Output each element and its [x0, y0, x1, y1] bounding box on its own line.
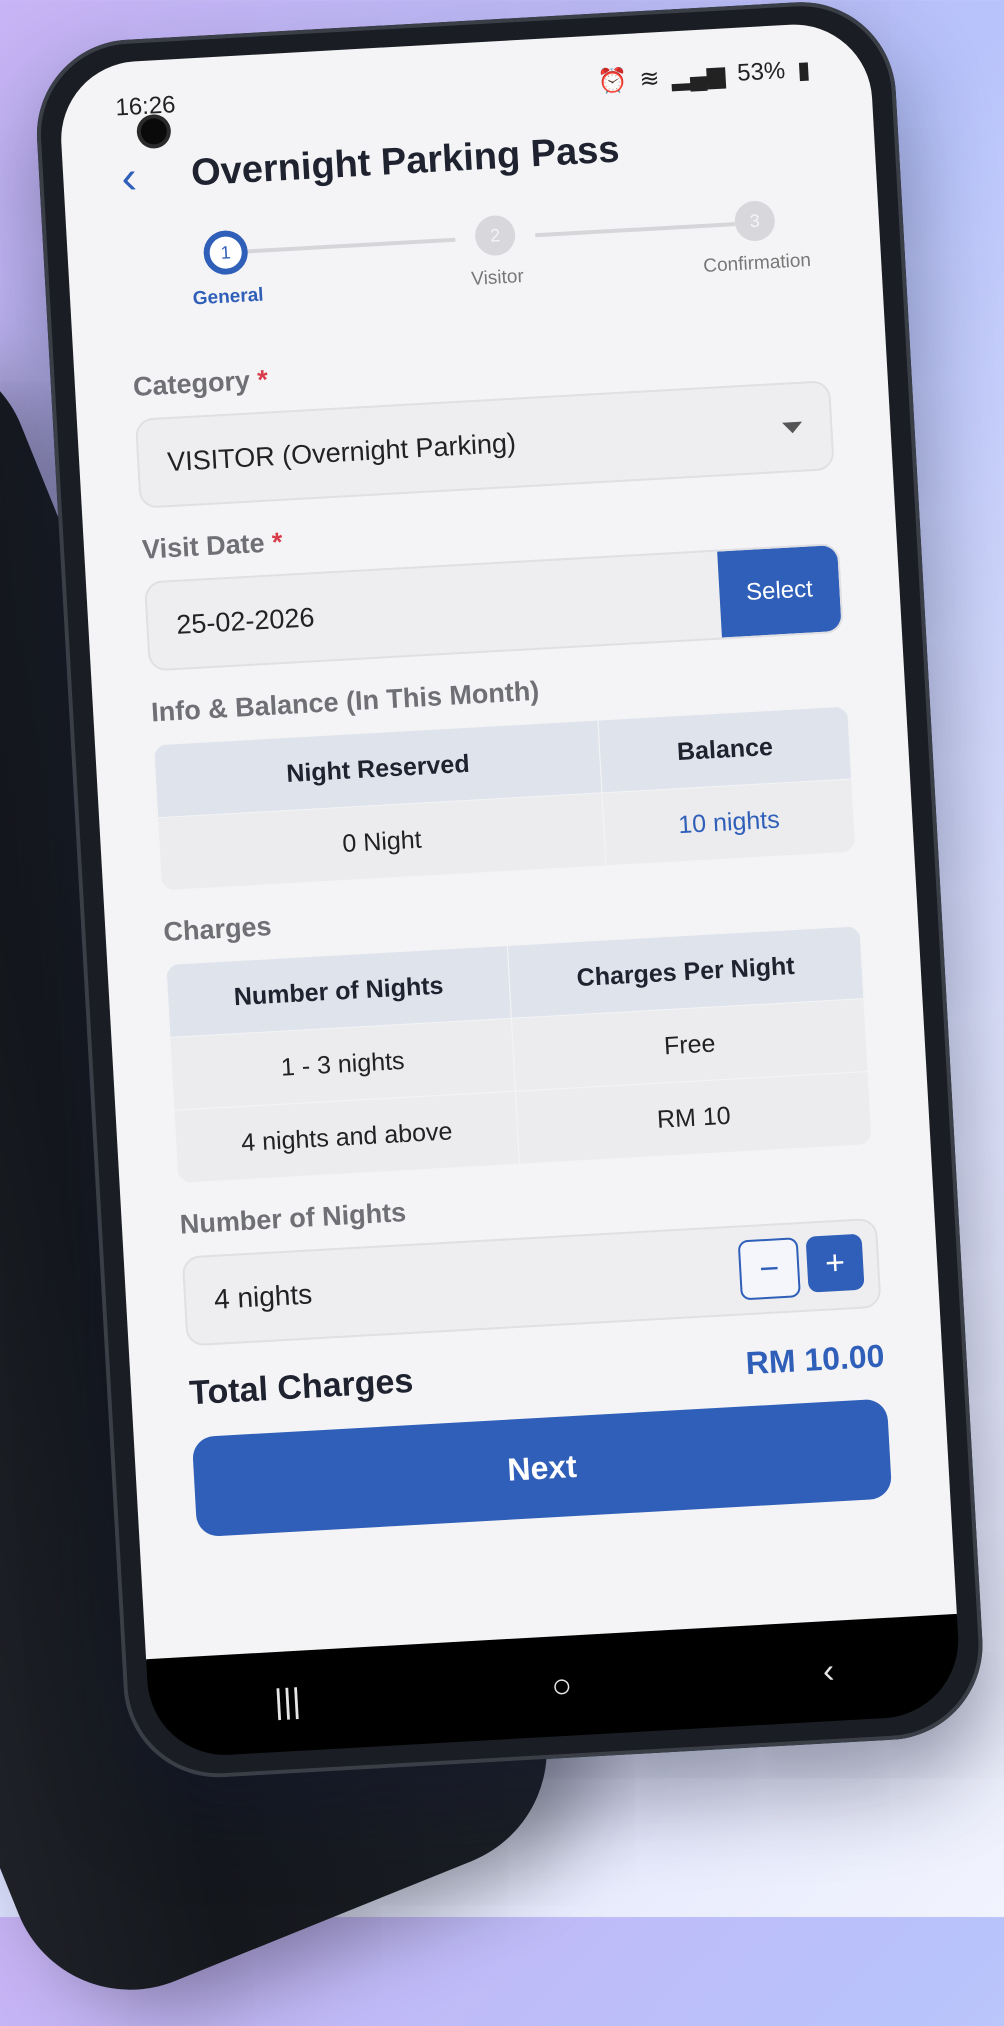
step-visitor: 2 Visitor	[414, 211, 578, 294]
info-balance-table: Night Reserved Balance 0 Night 10 nights	[153, 705, 857, 892]
step-label: General	[192, 284, 265, 310]
step-label: Confirmation	[702, 249, 812, 277]
back-icon[interactable]: ‹	[822, 1651, 835, 1691]
step-number: 3	[733, 199, 776, 243]
total-charges-label: Total Charges	[188, 1361, 415, 1413]
visit-date-label-text: Visit Date	[141, 527, 266, 565]
next-button[interactable]: Next	[191, 1398, 893, 1538]
category-value: VISITOR (Overnight Parking)	[166, 427, 517, 477]
home-icon[interactable]: ○	[550, 1666, 573, 1706]
required-marker: *	[256, 364, 269, 395]
decrement-button[interactable]: −	[737, 1237, 801, 1301]
step-number: 1	[202, 229, 249, 276]
nights-value: 4 nights	[213, 1278, 313, 1315]
step-confirmation: 3 Confirmation	[674, 197, 838, 280]
wifi-icon: ≋	[638, 64, 661, 93]
step-general: 1 General	[145, 226, 309, 313]
back-arrow-icon[interactable]: ‹	[120, 146, 193, 204]
phone-mockup: 16:26 ⏰ ≋ ▂▄▆ 53% ▮ ‹ Overnight Parking …	[0, 0, 1004, 1917]
nights-stepper: 4 nights − +	[181, 1217, 882, 1347]
increment-button[interactable]: +	[805, 1233, 865, 1293]
visit-date-field: 25-02-2026 Select	[143, 542, 844, 672]
battery-icon: ▮	[796, 56, 812, 84]
status-time: 16:26	[114, 91, 177, 122]
table-header: Balance	[598, 706, 852, 793]
total-charges-row: Total Charges RM 10.00	[188, 1336, 885, 1414]
balance-value: 10 nights	[602, 778, 856, 866]
alarm-icon: ⏰	[596, 66, 629, 96]
signal-icon: ▂▄▆	[670, 60, 727, 91]
progress-stepper: 1 General 2 Visitor 3 Confirmation	[125, 197, 826, 346]
category-label-text: Category	[132, 365, 251, 402]
recents-icon[interactable]: |||	[273, 1681, 302, 1721]
charges-table: Number of Nights Charges Per Night 1 - 3…	[165, 925, 873, 1184]
category-dropdown[interactable]: VISITOR (Overnight Parking)	[134, 380, 835, 509]
select-date-button[interactable]: Select	[717, 544, 842, 638]
page-title: Overnight Parking Pass	[190, 127, 621, 194]
battery-level: 53%	[736, 57, 786, 87]
step-label: Visitor	[470, 266, 525, 290]
step-number: 2	[474, 214, 517, 257]
app-screen: 16:26 ⏰ ≋ ▂▄▆ 53% ▮ ‹ Overnight Parking …	[57, 20, 957, 1662]
total-charges-amount: RM 10.00	[744, 1337, 886, 1382]
visit-date-input[interactable]: 25-02-2026	[146, 552, 722, 670]
phone-frame: 16:26 ⏰ ≋ ▂▄▆ 53% ▮ ‹ Overnight Parking …	[31, 0, 988, 1783]
required-marker: *	[271, 526, 284, 558]
dropdown-caret-icon	[782, 421, 803, 434]
